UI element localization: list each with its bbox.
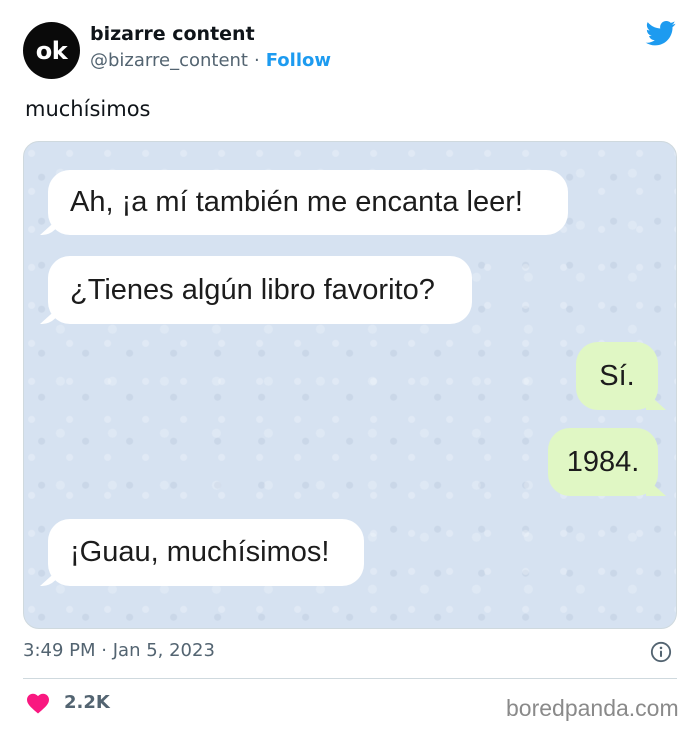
divider <box>23 678 677 679</box>
chat-bubble-incoming: ¡Guau, muchísimos! <box>48 519 364 586</box>
follow-button[interactable]: Follow <box>266 50 331 71</box>
chat-bubble-incoming: ¿Tienes algún libro favorito? <box>48 256 472 324</box>
chat-message-text: 1984. <box>566 445 640 478</box>
author-handle-row: @bizarre_content · Follow <box>90 50 331 71</box>
twitter-bird-icon[interactable] <box>644 18 678 48</box>
chat-bubble-incoming: Ah, ¡a mí también me encanta leer! <box>48 170 568 235</box>
avatar[interactable]: ok <box>23 22 80 79</box>
author-handle[interactable]: @bizarre_content <box>90 50 248 71</box>
tweet-date: Jan 5, 2023 <box>112 640 215 661</box>
like-count[interactable]: 2.2K <box>64 692 110 713</box>
author-display-name[interactable]: bizarre content <box>90 23 255 45</box>
separator-dot: · <box>101 640 107 661</box>
tweet-timestamp[interactable]: 3:49 PM · Jan 5, 2023 <box>23 640 215 661</box>
separator-dot: · <box>253 50 260 71</box>
chat-bubble-outgoing: Sí. <box>576 342 658 410</box>
avatar-text: ok <box>35 36 68 65</box>
tweet-time: 3:49 PM <box>23 640 96 661</box>
chat-message-text: ¿Tienes algún libro favorito? <box>70 273 435 306</box>
watermark: boredpanda.com <box>506 695 679 721</box>
tweet-text: muchísimos <box>25 97 151 121</box>
heart-icon[interactable] <box>26 692 50 714</box>
tweet-media-chat-screenshot[interactable]: Ah, ¡a mí también me encanta leer! ¿Tien… <box>23 141 677 629</box>
chat-message-text: ¡Guau, muchísimos! <box>70 536 330 568</box>
chat-bubble-outgoing: 1984. <box>548 428 658 496</box>
info-icon[interactable] <box>650 641 672 663</box>
chat-message-text: Ah, ¡a mí también me encanta leer! <box>70 186 523 218</box>
chat-message-text: Sí. <box>599 359 635 392</box>
